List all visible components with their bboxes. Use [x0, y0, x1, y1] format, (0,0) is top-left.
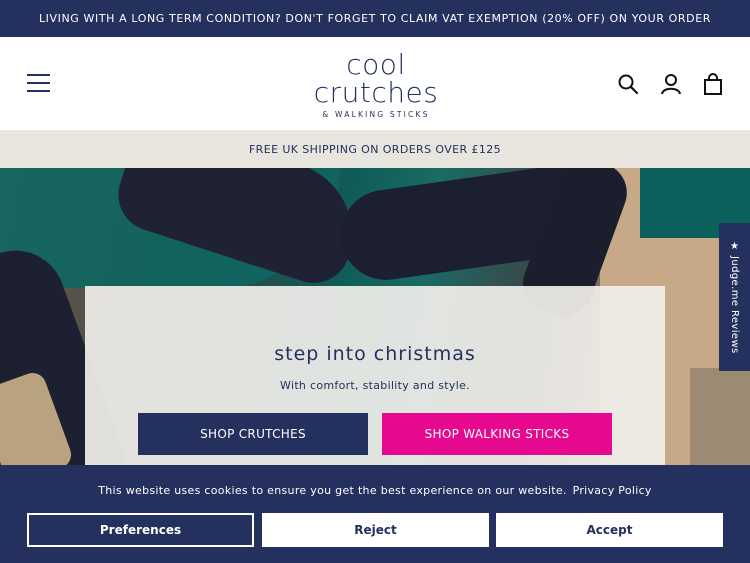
account-icon[interactable] — [660, 73, 682, 95]
shipping-text: FREE UK SHIPPING ON ORDERS OVER £125 — [248, 142, 502, 156]
shipping-bar: FREE UK SHIPPING ON ORDERS OVER £125 — [0, 130, 750, 168]
cookie-banner: This website uses cookies to ensure you … — [0, 465, 750, 563]
hero-subtitle: With comfort, stability and style. — [280, 379, 470, 392]
logo-word-crutches: crutches — [313, 76, 439, 109]
hero-image-glitter-right — [690, 368, 750, 465]
reviews-tab[interactable]: ★ Judge.me Reviews — [719, 223, 750, 371]
cookie-message-row: This website uses cookies to ensure you … — [0, 484, 750, 497]
menu-icon[interactable] — [27, 74, 51, 92]
announcement-bar: LIVING WITH A LONG TERM CONDITION? DON'T… — [0, 0, 750, 37]
logo-word-cool: cool — [346, 48, 406, 81]
logo-tagline: & WALKING STICKS — [322, 110, 430, 119]
preferences-button[interactable]: Preferences — [27, 513, 254, 547]
reject-button[interactable]: Reject — [262, 513, 489, 547]
reviews-tab-label: ★ Judge.me Reviews — [729, 240, 740, 354]
site-logo[interactable]: cool crutches & WALKING STICKS — [296, 48, 456, 120]
hero-banner: step into christmas With comfort, stabil… — [0, 168, 750, 465]
search-icon[interactable] — [617, 73, 639, 95]
hero-card: step into christmas With comfort, stabil… — [85, 286, 665, 465]
shop-walking-sticks-button[interactable]: SHOP WALKING STICKS — [382, 413, 612, 455]
announcement-text: LIVING WITH A LONG TERM CONDITION? DON'T… — [38, 12, 712, 25]
privacy-policy-link[interactable]: Privacy Policy — [573, 484, 652, 497]
cart-icon[interactable] — [702, 73, 724, 95]
hero-title: step into christmas — [274, 343, 476, 365]
shop-crutches-button[interactable]: SHOP CRUTCHES — [138, 413, 368, 455]
cookie-message: This website uses cookies to ensure you … — [98, 484, 567, 497]
site-header: cool crutches & WALKING STICKS — [0, 37, 750, 130]
accept-button[interactable]: Accept — [496, 513, 723, 547]
